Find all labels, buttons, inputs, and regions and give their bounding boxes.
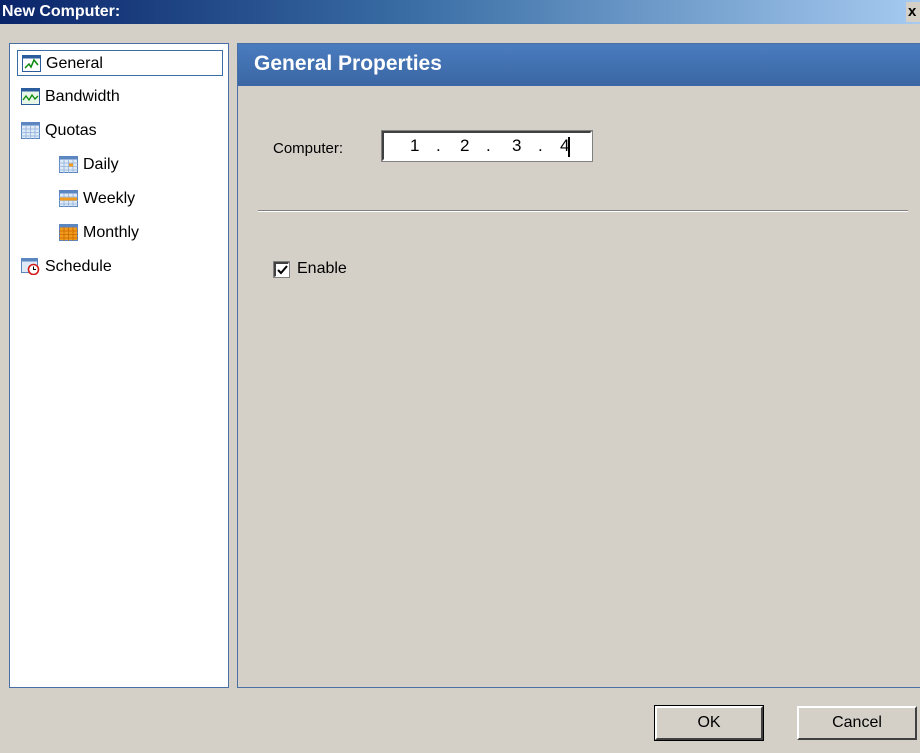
calendar-daily-icon: [59, 156, 78, 173]
chart-icon: [22, 55, 41, 72]
close-button[interactable]: x: [906, 2, 920, 22]
ok-button[interactable]: OK: [654, 705, 764, 741]
tree-item-quotas[interactable]: Quotas: [17, 118, 217, 144]
cancel-button[interactable]: Cancel: [797, 706, 917, 740]
calendar-monthly-icon: [59, 224, 78, 241]
ip-octet-1[interactable]: 1: [410, 136, 419, 156]
schedule-clock-icon: [21, 258, 40, 276]
ip-dot: .: [538, 136, 543, 155]
text-caret: [568, 137, 570, 157]
tree-item-weekly[interactable]: Weekly: [55, 186, 215, 212]
calendar-icon: [21, 122, 40, 139]
bandwidth-icon: [21, 88, 40, 105]
tree-item-monthly[interactable]: Monthly: [55, 220, 215, 246]
tree-item-label: Schedule: [45, 258, 112, 275]
tree-item-label: Monthly: [83, 224, 140, 241]
enable-label[interactable]: Enable: [297, 260, 347, 278]
computer-label: Computer:: [273, 140, 344, 157]
ip-address-input[interactable]: 1 . 2 . 3 . 4: [381, 130, 593, 162]
ip-dot: .: [436, 136, 441, 155]
ip-dot: .: [486, 136, 491, 155]
tree-item-label: Bandwidth: [45, 88, 120, 105]
panel-title: General Properties: [238, 44, 920, 86]
window-title: New Computer:: [2, 3, 121, 20]
tree-item-label: Weekly: [83, 190, 136, 207]
ip-octet-2[interactable]: 2: [460, 136, 469, 156]
checkmark-icon: [277, 265, 288, 275]
tree-item-label: General: [46, 55, 103, 72]
tree-item-schedule[interactable]: Schedule: [17, 254, 217, 280]
title-bar: New Computer: x: [0, 0, 920, 24]
tree-item-bandwidth[interactable]: Bandwidth: [17, 84, 217, 110]
navigation-tree: General Bandwidth Quotas Daily Weekly Mo…: [9, 43, 229, 688]
tree-item-label: Daily: [83, 156, 119, 173]
calendar-weekly-icon: [59, 190, 78, 207]
ip-octet-3[interactable]: 3: [512, 136, 521, 156]
properties-panel: General Properties Computer: 1 . 2 . 3 .…: [237, 43, 920, 688]
separator-line: [258, 210, 908, 212]
tree-item-daily[interactable]: Daily: [55, 152, 215, 178]
tree-item-general[interactable]: General: [17, 50, 223, 76]
enable-checkbox[interactable]: [273, 261, 290, 278]
tree-item-label: Quotas: [45, 122, 97, 139]
